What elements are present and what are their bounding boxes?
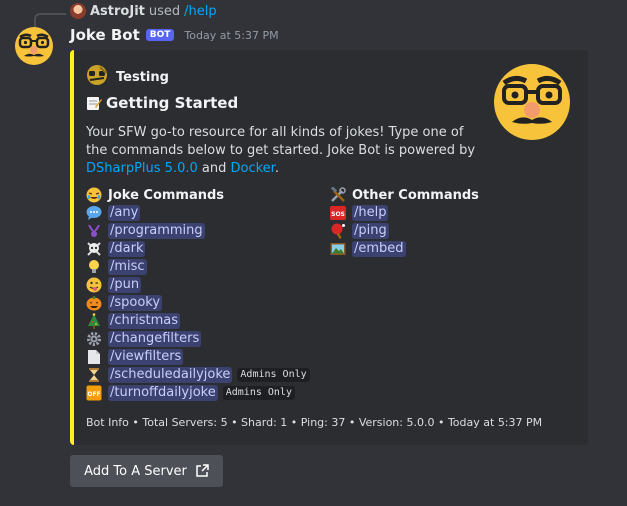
christmas-tree-icon [86,313,102,329]
hourglass-icon [86,367,102,383]
fist-icon [86,223,102,239]
admins-only-badge: Admins Only [222,386,295,400]
command-turnoffdailyjoke[interactable]: /turnoffdailyjoke [108,385,218,401]
embed-title: Getting Started [86,94,238,112]
embed-title-text: Getting Started [106,94,239,112]
bot-avatar[interactable] [14,26,54,66]
off-icon: OFF [86,385,102,401]
command-christmas[interactable]: /christmas [108,313,180,329]
speech-bubble-icon [86,205,102,221]
reply-connector [34,13,66,27]
command-row-spooky: /spooky [86,294,310,312]
command-row-viewfilters: /viewfilters [86,348,310,366]
command-help[interactable]: /help [352,205,389,221]
jack-o-lantern-icon [86,295,102,311]
svg-text:OFF: OFF [87,391,100,398]
command-any[interactable]: /any [108,205,141,221]
other-commands-title: Other Commands [330,186,479,204]
help-embed: Testing Getting Started Your SFW go-to r… [70,50,588,445]
author-icon [86,64,108,90]
command-row-pun: /pun [86,276,310,294]
description-and: and [197,161,231,176]
add-to-server-button[interactable]: Add To A Server [70,455,223,487]
command-embed[interactable]: /embed [352,241,406,257]
command-row-turnoffdailyjoke: OFF /turnoffdailyjoke Admins Only [86,384,310,402]
command-misc[interactable]: /misc [108,259,147,275]
command-scheduledailyjoke[interactable]: /scheduledailyjoke [108,367,233,383]
command-changefilters[interactable]: /changefilters [108,331,202,347]
laughing-tears-icon [86,187,102,203]
dsharpplus-link[interactable]: DSharpPlus 5.0.0 [86,161,198,176]
bot-tag: BOT [145,29,175,41]
command-viewfilters[interactable]: /viewfilters [108,349,184,365]
skull-crossbones-icon [86,241,102,257]
command-row-christmas: /christmas [86,312,310,330]
command-dark[interactable]: /dark [108,241,146,257]
command-row-scheduledailyjoke: /scheduledailyjoke Admins Only [86,366,310,384]
command-row-embed: /embed [330,240,479,258]
command-programming[interactable]: /programming [108,223,205,239]
joke-commands-field: Joke Commands /any /programming /dark /m… [86,186,310,402]
command-row-ping: /ping [330,222,479,240]
embed-author: Testing [86,64,169,90]
winking-tongue-icon [86,277,102,293]
svg-text:SOS: SOS [331,211,345,218]
command-row-misc: /misc [86,258,310,276]
command-row-programming: /programming [86,222,310,240]
gear-icon [86,331,102,347]
external-link-icon [196,464,209,477]
command-row-help: SOS /help [330,204,479,222]
admins-only-badge: Admins Only [237,368,310,382]
reply-verb: used [148,3,181,19]
sos-icon: SOS [330,205,346,221]
reply-preview[interactable]: AstroJit used /help [70,2,217,20]
framed-picture-icon [330,241,346,257]
joke-commands-label: Joke Commands [108,187,225,203]
command-pun[interactable]: /pun [108,277,142,293]
command-spooky[interactable]: /spooky [108,295,163,311]
command-row-dark: /dark [86,240,310,258]
command-row-any: /any [86,204,310,222]
lightbulb-icon [86,259,102,275]
embed-thumbnail[interactable] [492,62,572,142]
other-commands-label: Other Commands [352,187,479,203]
docker-link[interactable]: Docker [230,161,274,176]
embed-author-name: Testing [116,69,169,85]
command-ping[interactable]: /ping [352,223,389,239]
embed-footer: Bot Info • Total Servers: 5 • Shard: 1 •… [86,416,543,429]
joke-commands-title: Joke Commands [86,186,310,204]
reply-username[interactable]: AstroJit [90,4,145,19]
description-text: Your SFW go-to resource for all kinds of… [86,125,476,158]
page-icon [86,349,102,365]
add-to-server-label: Add To A Server [84,463,187,479]
embed-description: Your SFW go-to resource for all kinds of… [86,124,476,178]
reply-command[interactable]: /help [184,4,216,19]
ping-pong-icon [330,223,346,239]
description-end: . [274,161,279,176]
user-avatar[interactable] [70,3,86,19]
command-row-changefilters: /changefilters [86,330,310,348]
bot-name[interactable]: Joke Bot [70,26,140,44]
hammer-wrench-icon [330,187,346,203]
memo-icon [86,95,102,111]
message-header: Joke Bot BOT Today at 5:37 PM [70,24,279,46]
other-commands-field: Other Commands SOS /help /ping /embed [330,186,479,258]
timestamp: Today at 5:37 PM [184,28,279,42]
